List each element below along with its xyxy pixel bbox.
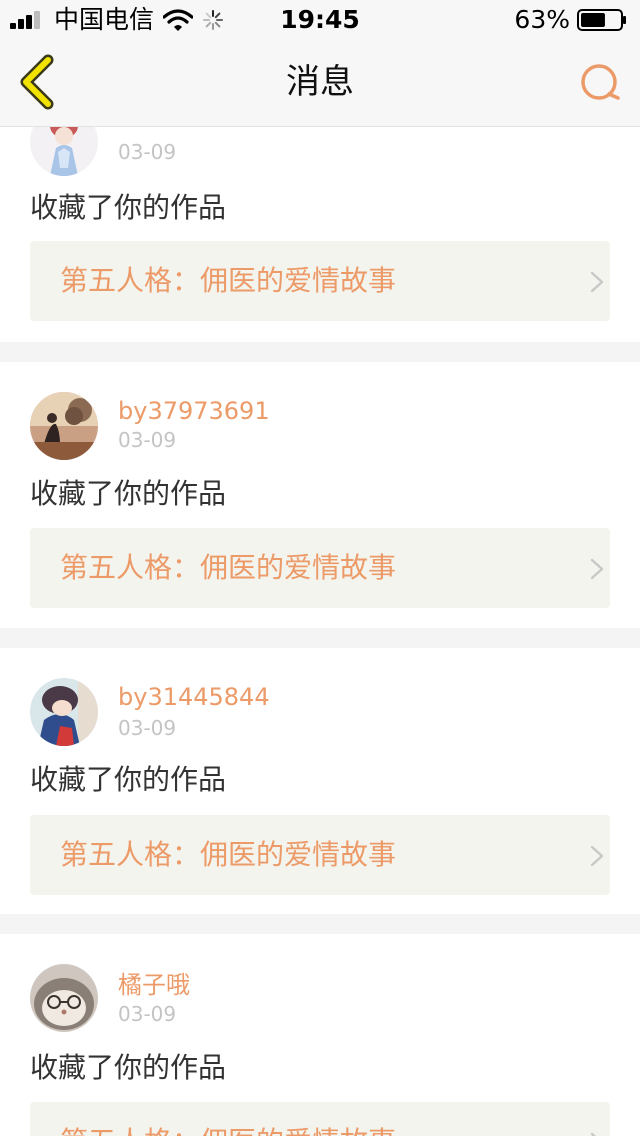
card-separator	[0, 914, 640, 934]
page-title: 消息	[286, 62, 354, 102]
avatar-image	[30, 678, 98, 746]
search-icon	[581, 64, 620, 100]
chevron-right-icon	[590, 845, 604, 867]
work-title: 第五人格：佣医的爱情故事	[60, 264, 397, 297]
work-link[interactable]: 第五人格：佣医的爱情故事	[30, 528, 610, 608]
battery-percent: 63%	[514, 5, 570, 34]
navigation-bar: 消息	[0, 40, 640, 127]
work-link[interactable]: 第五人格：佣医的爱情故事	[30, 1102, 610, 1136]
work-title: 第五人格：佣医的爱情故事	[60, 551, 397, 584]
avatar[interactable]	[30, 964, 98, 1032]
card-separator	[0, 628, 640, 648]
username[interactable]: by37973691	[118, 396, 270, 426]
messages-screen: 03-09 收藏了你的作品 第五人格：佣医的爱情故事 by37973691 03…	[0, 0, 640, 1136]
notification-card: by31445844 03-09 收藏了你的作品 第五人格：佣医的爱情故事	[0, 648, 640, 914]
search-button[interactable]	[576, 58, 624, 106]
action-text: 收藏了你的作品	[30, 1051, 227, 1084]
action-text: 收藏了你的作品	[30, 477, 227, 510]
avatar[interactable]	[30, 678, 98, 746]
status-bar: 中国电信 19:45 63%	[0, 0, 640, 40]
avatar[interactable]	[30, 392, 98, 460]
notification-card: 橘子哦 03-09 收藏了你的作品 第五人格：佣医的爱情故事	[0, 934, 640, 1136]
work-link[interactable]: 第五人格：佣医的爱情故事	[30, 241, 610, 321]
username[interactable]: by31445844	[118, 682, 270, 712]
action-text: 收藏了你的作品	[30, 763, 227, 796]
username[interactable]: 橘子哦	[118, 970, 190, 1000]
work-title: 第五人格：佣医的爱情故事	[60, 1124, 396, 1136]
chevron-right-icon	[590, 271, 604, 293]
avatar-image	[30, 392, 98, 460]
timestamp: 03-09	[118, 716, 177, 740]
action-text: 收藏了你的作品	[30, 191, 227, 224]
battery-icon	[577, 9, 626, 31]
work-link[interactable]: 第五人格：佣医的爱情故事	[30, 815, 610, 895]
timestamp: 03-09	[118, 428, 177, 452]
work-title: 第五人格：佣医的爱情故事	[60, 838, 397, 871]
chevron-right-icon	[590, 1132, 597, 1136]
message-feed[interactable]: 03-09 收藏了你的作品 第五人格：佣医的爱情故事 by37973691 03…	[0, 0, 640, 1136]
timestamp: 03-09	[118, 140, 177, 164]
battery-fill	[581, 13, 605, 27]
timestamp: 03-09	[118, 1002, 177, 1026]
card-separator	[0, 342, 640, 362]
avatar-image	[30, 964, 98, 1032]
notification-card: by37973691 03-09 收藏了你的作品 第五人格：佣医的爱情故事	[0, 362, 640, 628]
chevron-right-icon	[590, 558, 604, 580]
